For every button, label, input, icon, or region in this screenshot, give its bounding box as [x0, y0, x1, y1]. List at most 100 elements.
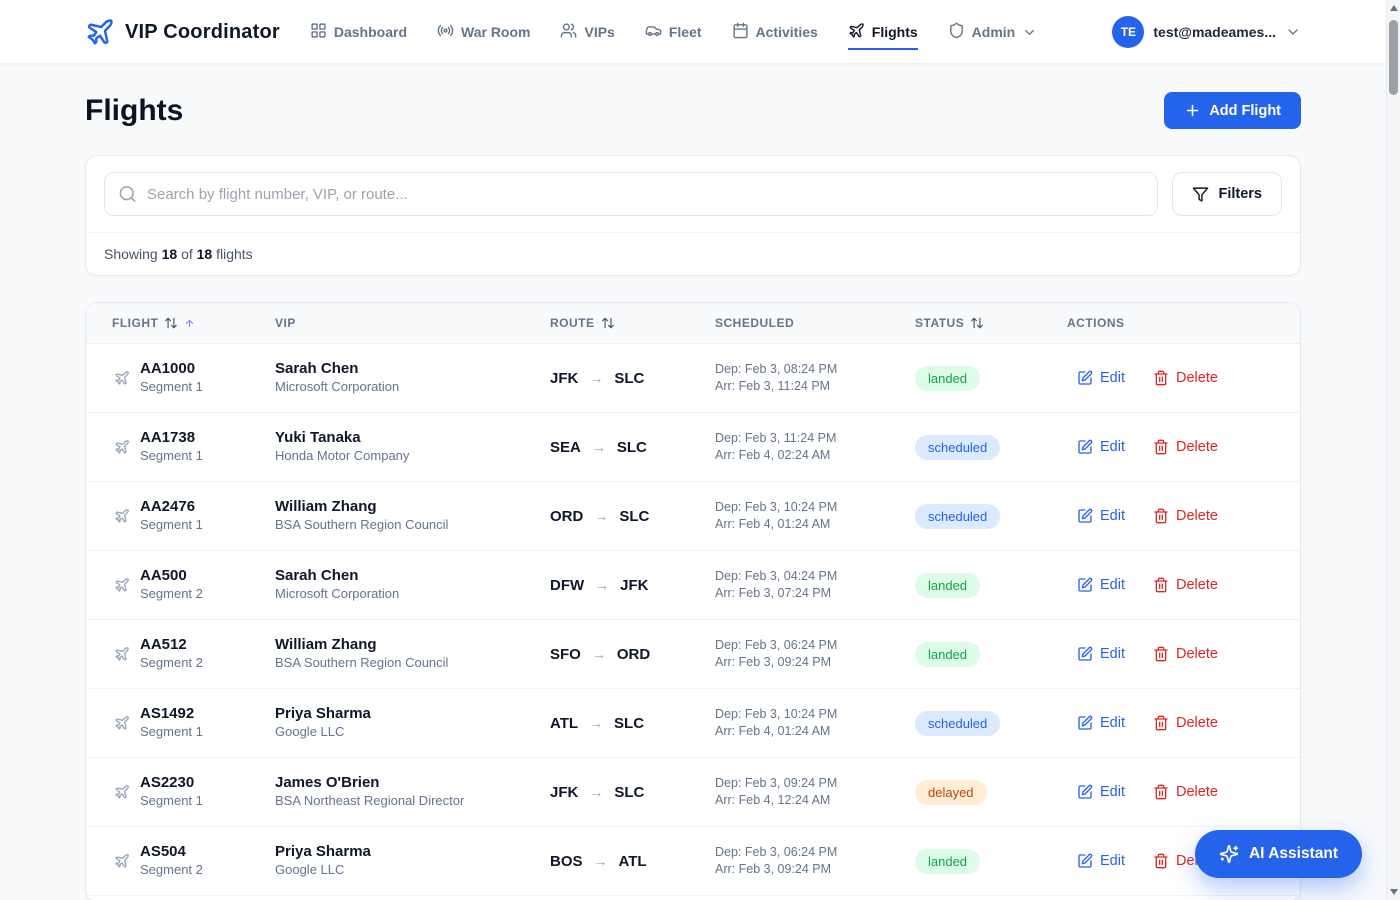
plus-icon	[1184, 102, 1201, 119]
column-header-flight[interactable]: FLIGHT	[86, 316, 275, 330]
edit-button[interactable]: Edit	[1077, 439, 1125, 455]
route-arrow: →	[592, 439, 606, 455]
arrival-time: Arr: Feb 4, 01:24 AM	[715, 516, 915, 533]
status-badge: scheduled	[915, 435, 1000, 460]
trash-icon	[1153, 646, 1169, 662]
scrollbar-thumb[interactable]	[1389, 20, 1398, 95]
scrollbar-down-arrow[interactable]	[1390, 889, 1398, 895]
radio-icon	[437, 22, 454, 42]
sort-icon[interactable]	[970, 316, 984, 330]
top-navigation: VIP Coordinator Dashboard War Room VIPs	[0, 0, 1386, 64]
route-origin: JFK	[550, 784, 578, 801]
plane-icon	[114, 508, 130, 524]
delete-button[interactable]: Delete	[1153, 646, 1218, 662]
nav-item-vips[interactable]: VIPs	[560, 14, 614, 50]
nav-item-activities[interactable]: Activities	[732, 14, 818, 50]
edit-button[interactable]: Edit	[1077, 715, 1125, 731]
flight-row: AA1738 Segment 1 Yuki Tanaka Honda Motor…	[86, 413, 1300, 482]
brand[interactable]: VIP Coordinator	[85, 17, 280, 47]
flight-row: AS1492 Segment 1 Priya Sharma Google LLC…	[86, 689, 1300, 758]
route-destination: JFK	[620, 577, 648, 594]
route-origin: SFO	[550, 646, 581, 663]
delete-button[interactable]: Delete	[1153, 508, 1218, 524]
edit-button[interactable]: Edit	[1077, 577, 1125, 593]
sparkles-icon	[1219, 844, 1239, 864]
vip-organization: BSA Northeast Regional Director	[275, 793, 550, 810]
arrival-time: Arr: Feb 4, 02:24 AM	[715, 447, 915, 464]
search-card: Filters Showing 18 of 18 flights	[85, 155, 1301, 276]
flight-segment: Segment 1	[140, 517, 203, 534]
route-origin: JFK	[550, 370, 578, 387]
sort-icon[interactable]	[164, 316, 178, 330]
route-destination: SLC	[614, 784, 644, 801]
main-nav: Dashboard War Room VIPs Fleet Activities	[310, 14, 1113, 50]
delete-button[interactable]: Delete	[1153, 784, 1218, 800]
flight-segment: Segment 1	[140, 448, 203, 465]
vip-name: James O'Brien	[275, 774, 550, 793]
nav-label: War Room	[461, 24, 530, 40]
car-icon	[645, 22, 662, 42]
route-arrow: →	[592, 646, 606, 662]
page-scrollbar[interactable]	[1386, 0, 1400, 900]
status-badge: landed	[915, 366, 980, 391]
filter-icon	[1192, 186, 1209, 203]
sort-icon[interactable]	[601, 316, 615, 330]
edit-icon	[1077, 853, 1093, 869]
delete-button[interactable]: Delete	[1153, 439, 1218, 455]
flight-number: AA500	[140, 567, 203, 586]
scrollbar-up-arrow[interactable]	[1390, 5, 1398, 11]
route: BOS → ATL	[550, 853, 715, 870]
edit-icon	[1077, 577, 1093, 593]
status-badge: scheduled	[915, 711, 1000, 736]
plane-icon	[114, 853, 130, 869]
users-icon	[560, 22, 577, 42]
flight-segment: Segment 1	[140, 724, 203, 741]
delete-button[interactable]: Delete	[1153, 577, 1218, 593]
column-header-vip: VIP	[275, 316, 550, 330]
arrival-time: Arr: Feb 3, 07:24 PM	[715, 585, 915, 602]
chevron-down-icon	[1285, 24, 1301, 40]
route-destination: SLC	[619, 508, 649, 525]
add-flight-button[interactable]: Add Flight	[1164, 92, 1301, 129]
column-header-status[interactable]: STATUS	[915, 316, 1067, 330]
edit-icon	[1077, 370, 1093, 386]
edit-button[interactable]: Edit	[1077, 370, 1125, 386]
vip-name: Sarah Chen	[275, 567, 550, 586]
filters-button[interactable]: Filters	[1172, 172, 1282, 216]
trash-icon	[1153, 784, 1169, 800]
plane-icon	[114, 784, 130, 800]
flight-number: AS504	[140, 843, 203, 862]
filters-label: Filters	[1218, 186, 1262, 202]
edit-button[interactable]: Edit	[1077, 853, 1125, 869]
ai-assistant-button[interactable]: AI Assistant	[1195, 830, 1362, 878]
nav-item-admin[interactable]: Admin	[948, 14, 1038, 50]
user-email: test@madeames...	[1153, 24, 1276, 40]
flights-table: FLIGHT VIP ROUTE SCHEDULED STATUS ACTION…	[85, 302, 1301, 900]
route-destination: ATL	[619, 853, 647, 870]
flight-segment: Segment 2	[140, 586, 203, 603]
user-menu[interactable]: TE test@madeames...	[1112, 16, 1301, 48]
route-arrow: →	[594, 508, 608, 524]
column-header-route[interactable]: ROUTE	[550, 316, 715, 330]
edit-icon	[1077, 784, 1093, 800]
vip-name: William Zhang	[275, 498, 550, 517]
flight-segment: Segment 2	[140, 655, 203, 672]
delete-button[interactable]: Delete	[1153, 715, 1218, 731]
plane-icon	[848, 22, 865, 42]
nav-item-war-room[interactable]: War Room	[437, 14, 530, 50]
nav-item-fleet[interactable]: Fleet	[645, 14, 702, 50]
search-input[interactable]	[104, 172, 1158, 216]
flight-number: AS2230	[140, 774, 203, 793]
route: SFO → ORD	[550, 646, 715, 663]
nav-item-flights[interactable]: Flights	[848, 14, 918, 50]
edit-button[interactable]: Edit	[1077, 784, 1125, 800]
flight-number: AA512	[140, 636, 203, 655]
edit-button[interactable]: Edit	[1077, 646, 1125, 662]
edit-button[interactable]: Edit	[1077, 508, 1125, 524]
plane-icon	[114, 577, 130, 593]
nav-item-dashboard[interactable]: Dashboard	[310, 14, 407, 50]
delete-button[interactable]: Delete	[1153, 370, 1218, 386]
sort-ascending-icon	[184, 318, 195, 329]
route-arrow: →	[589, 784, 603, 800]
vip-organization: Microsoft Corporation	[275, 586, 550, 603]
